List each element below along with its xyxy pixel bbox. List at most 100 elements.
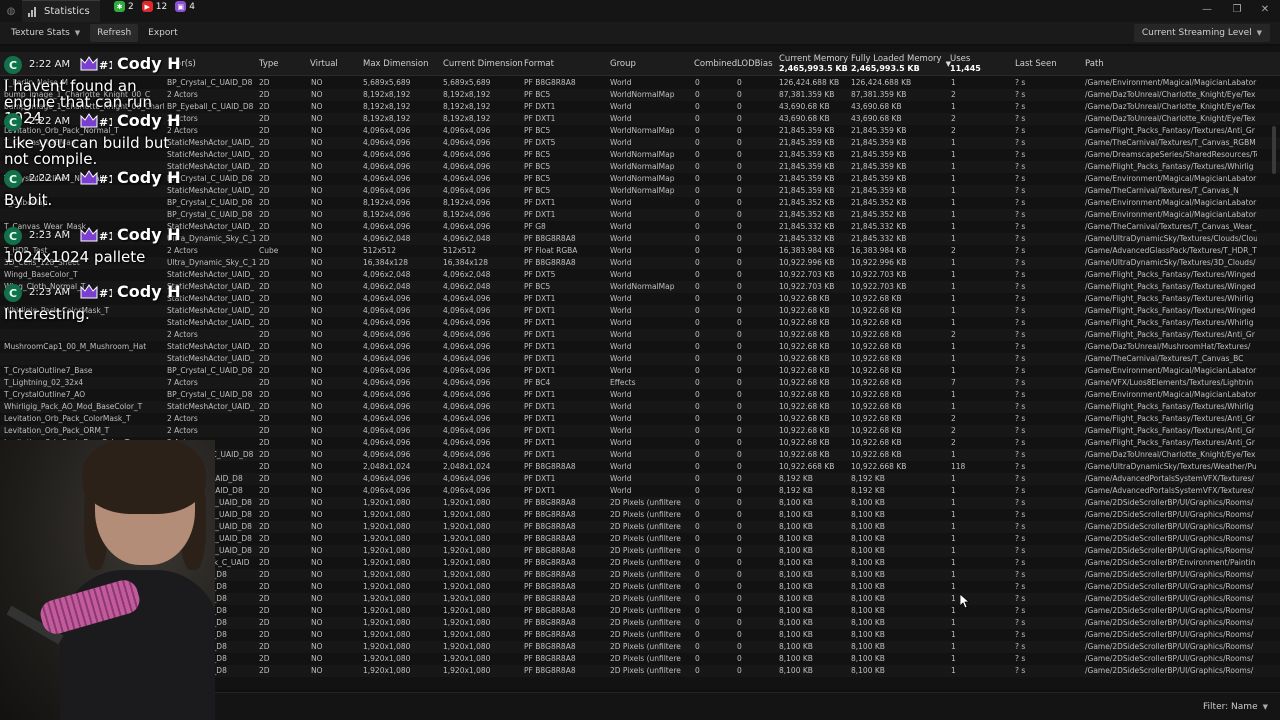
cell-last-seen: ? s bbox=[1015, 450, 1026, 459]
cell-group: World bbox=[610, 462, 632, 471]
cell-max-dimension: 1,920x1,080 bbox=[363, 510, 411, 519]
table-row[interactable]: Wing_Cloth_Normal_T StaticMeshActor_UAID_… bbox=[0, 281, 1280, 293]
col-header-last-seen[interactable]: Last Seen bbox=[1015, 52, 1057, 76]
col-header-format[interactable]: Format bbox=[524, 52, 554, 76]
export-button[interactable]: Export bbox=[141, 24, 184, 42]
cell-max-dimension: 8,192x8,192 bbox=[363, 102, 411, 111]
cell-current-memory: 126,424.688 KB bbox=[779, 78, 840, 87]
cell-current-dimension: 1,920x1,080 bbox=[443, 546, 491, 555]
cell-last-seen: ? s bbox=[1015, 90, 1026, 99]
bar-chart-icon bbox=[28, 6, 38, 17]
cell-current-memory: 8,100 KB bbox=[779, 534, 813, 543]
filter-label: Filter: Name bbox=[1203, 702, 1258, 712]
cell-lodbias: 0 bbox=[737, 270, 742, 279]
col-header-current-dimension[interactable]: Current Dimension bbox=[443, 52, 523, 76]
cell-path: /Game/2DSideScrollerBP/UI/Graphics/Rooms… bbox=[1085, 510, 1254, 519]
cell-combined: 0 bbox=[695, 558, 700, 567]
cell-format: PF B8G8R8A8 bbox=[524, 258, 576, 267]
table-row[interactable]: Levitation_Orb_Pack_ORM_T 2 Actors 2D NO 4,0… bbox=[0, 425, 1280, 437]
cell-group: World bbox=[610, 270, 632, 279]
table-row[interactable]: Levitation_Orb_Pack_Normal_T 2 Actors 2D NO… bbox=[0, 125, 1280, 137]
filter-dropdown[interactable]: Filter: Name ▼ bbox=[1203, 700, 1268, 714]
table-row[interactable]: bump_Image_1_Charlotte_Knight_00_C 2 Acto… bbox=[0, 89, 1280, 101]
cell-lodbias: 0 bbox=[737, 546, 742, 555]
cell-format: PF DXT1 bbox=[524, 474, 556, 483]
cell-combined: 0 bbox=[695, 534, 700, 543]
table-row[interactable]: bump_Image_1_Charlotte_Knight_00_Charl BP… bbox=[0, 101, 1280, 113]
table-row[interactable]: T_Lightning_02_32x4 7 Actors 2D NO 4,096x4,0… bbox=[0, 377, 1280, 389]
table-row[interactable]: BP_Crystal_C_UAID_D8 2D NO 8,192x4,096 8,192… bbox=[0, 209, 1280, 221]
cell-lodbias: 0 bbox=[737, 318, 742, 327]
col-header-uses[interactable]: Uses 11,445 bbox=[950, 52, 981, 76]
texture-stats-dropdown[interactable]: Texture Stats ▼ bbox=[4, 24, 87, 42]
cell-uses: 1 bbox=[951, 546, 956, 555]
twitch-icon: ▣ bbox=[175, 1, 187, 12]
cell-combined: 0 bbox=[695, 354, 700, 363]
table-row[interactable]: T_CrystalOutline7_AO BP_Crystal_C_UAID_D8… bbox=[0, 389, 1280, 401]
cell-format: PF BC5 bbox=[524, 150, 551, 159]
cell-group: World bbox=[610, 474, 632, 483]
table-row[interactable]: Whirligig_Pack_ColorMask_T StaticMeshActo… bbox=[0, 305, 1280, 317]
cell-format: PF B8G8R8A8 bbox=[524, 78, 576, 87]
cell-fully-loaded-memory: 10,922.68 KB bbox=[851, 390, 902, 399]
table-row[interactable]: StaticMeshActor_UAID_ 2D NO 4,096x4,096 4,09… bbox=[0, 317, 1280, 329]
col-header-max-dimension[interactable]: Max Dimension bbox=[363, 52, 428, 76]
table-row[interactable]: MushroomCap1_00_M_Mushroom_Hat StaticMesh… bbox=[0, 341, 1280, 353]
table-row[interactable]: StaticMeshActor_UAID_ 2D NO 4,096x4,096 4,09… bbox=[0, 161, 1280, 173]
table-row[interactable]: 2 Actors 2D NO 4,096x4,096 4,096x4,096 PF DXT… bbox=[0, 329, 1280, 341]
stream-stat-count: 12 bbox=[155, 1, 168, 12]
col-header-combined[interactable]: Combined bbox=[694, 52, 737, 76]
col-header-group[interactable]: Group bbox=[610, 52, 636, 76]
table-row[interactable]: StaticMeshActor_UAID_ 2D NO 4,096x4,096 4,09… bbox=[0, 185, 1280, 197]
cell-virtual: NO bbox=[311, 390, 323, 399]
table-row[interactable]: StaticMeshActor_UAID_ 2D NO 4,096x4,096 4,09… bbox=[0, 149, 1280, 161]
cell-current-dimension: 4,096x4,096 bbox=[443, 162, 491, 171]
table-row[interactable]: T_CrystalOutline7_Normal BP_Crystal_C_UAI… bbox=[0, 173, 1280, 185]
col-header-fully-loaded-memory[interactable]: Fully Loaded Memory 2,465,993.5 KB ▼ bbox=[851, 52, 951, 76]
tab-statistics[interactable]: Statistics bbox=[22, 0, 100, 22]
cell-uses: 1 bbox=[951, 474, 956, 483]
cell-max-dimension: 4,096x4,096 bbox=[363, 174, 411, 183]
refresh-button[interactable]: Refresh bbox=[90, 24, 139, 42]
cell-last-seen: ? s bbox=[1015, 246, 1026, 255]
table-row[interactable]: T_HDR_Test 2 Actors Cube NO 512x512 512x512 PF… bbox=[0, 245, 1280, 257]
table-row[interactable]: 3D_Cells_128_Sheet Ultra_Dynamic_Sky_C_1 2… bbox=[0, 257, 1280, 269]
cell-current-memory: 8,100 KB bbox=[779, 546, 813, 555]
cell-combined: 0 bbox=[695, 210, 700, 219]
close-button[interactable]: ✕ bbox=[1252, 2, 1278, 18]
table-row[interactable]: T_CubeMap BP_Crystal_C_UAID_D8 2D NO 8,192x4… bbox=[0, 197, 1280, 209]
cell-current-dimension: 1,920x1,080 bbox=[443, 558, 491, 567]
cell-type: Cube bbox=[259, 246, 279, 255]
table-row[interactable]: T_Canvas_Wear_Mask StaticMeshActor_UAID_ 2… bbox=[0, 221, 1280, 233]
cell-uses: 2 bbox=[951, 414, 956, 423]
col-header-lodbias[interactable]: LODBias bbox=[737, 52, 773, 76]
table-row[interactable]: T_Perlin_Noise_M BP_Crystal_C_UAID_D8 2D NO… bbox=[0, 77, 1280, 89]
cell-max-dimension: 4,096x4,096 bbox=[363, 294, 411, 303]
col-header-current-memory[interactable]: Current Memory 2,465,993.5 KB bbox=[779, 52, 848, 76]
cell-uses: 2 bbox=[951, 426, 956, 435]
table-row[interactable]: 2 Actors 2D NO 8,192x8,192 8,192x8,192 PF DXT… bbox=[0, 113, 1280, 125]
cell-current-memory: 8,100 KB bbox=[779, 642, 813, 651]
table-row[interactable]: T_Canvas_RGBMap StaticMeshActor_UAID_ 2D NO… bbox=[0, 137, 1280, 149]
vertical-scrollbar[interactable] bbox=[1272, 126, 1276, 174]
cell-combined: 0 bbox=[695, 474, 700, 483]
streaming-level-dropdown[interactable]: Current Streaming Level ▼ bbox=[1133, 24, 1270, 42]
cell-group: 2D Pixels (unfiltere bbox=[610, 498, 681, 507]
cell-actor: StaticMeshActor_UAID_ bbox=[167, 402, 255, 411]
cell-last-seen: ? s bbox=[1015, 222, 1026, 231]
cell-combined: 0 bbox=[695, 330, 700, 339]
table-row[interactable]: T_CrystalOutline7_Base BP_Crystal_C_UAID_… bbox=[0, 365, 1280, 377]
table-row[interactable]: StaticMeshActor_UAID_ 2D NO 4,096x4,096 4,09… bbox=[0, 293, 1280, 305]
col-header-type[interactable]: Type bbox=[259, 52, 279, 76]
table-row[interactable]: Levitation_Orb_Pack_ColorMask_T 2 Actors 2… bbox=[0, 413, 1280, 425]
table-row[interactable]: Wingd_BaseColor_T StaticMeshActor_UAID_ 2D… bbox=[0, 269, 1280, 281]
col-header-virtual[interactable]: Virtual bbox=[310, 52, 338, 76]
minimize-button[interactable]: — bbox=[1194, 2, 1220, 18]
table-row[interactable]: Ultra_Dynamic_Sky_C_1 2D NO 4,096x2,048 4,09… bbox=[0, 233, 1280, 245]
col-header-path[interactable]: Path bbox=[1085, 52, 1104, 76]
restore-button[interactable]: ❐ bbox=[1224, 2, 1250, 18]
cell-actor: StaticMeshActor_UAID_ bbox=[167, 354, 255, 363]
table-row[interactable]: StaticMeshActor_UAID_ 2D NO 4,096x4,096 4,09… bbox=[0, 353, 1280, 365]
table-row[interactable]: Whirligig_Pack_AO_Mod_BaseColor_T StaticM… bbox=[0, 401, 1280, 413]
cell-max-dimension: 1,920x1,080 bbox=[363, 606, 411, 615]
